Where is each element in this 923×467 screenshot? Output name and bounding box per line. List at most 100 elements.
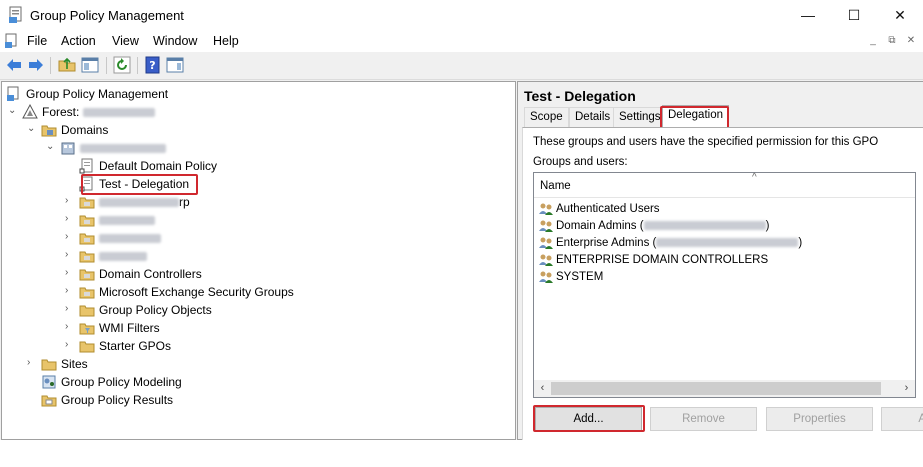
console-tree[interactable]: Group Policy Management ⌄ Forest: ⌄ Doma…	[1, 81, 516, 440]
list-item-suffix: )	[765, 220, 770, 232]
window-title: Group Policy Management	[30, 8, 184, 23]
list-item-label: Enterprise Admins (	[556, 237, 657, 249]
gpm-menu-icon[interactable]	[5, 33, 19, 49]
tree-label: Microsoft Exchange Security Groups	[99, 285, 294, 299]
sites-folder-icon	[41, 359, 57, 371]
group-icon	[539, 254, 553, 266]
column-name[interactable]: Name	[540, 180, 571, 192]
groups-users-list[interactable]: ^ Name Authenticated Users Domain Admins…	[533, 172, 916, 398]
domain-icon	[61, 142, 75, 155]
scrollbar-thumb[interactable]	[551, 382, 881, 395]
minimize-button[interactable]: —	[785, 0, 831, 30]
menu-view[interactable]: View	[112, 34, 139, 48]
list-item-label: SYSTEM	[556, 271, 604, 283]
list-header[interactable]: ^ Name	[534, 172, 915, 198]
expand-chevron-icon[interactable]: ›	[65, 232, 75, 242]
expand-chevron-icon[interactable]: ›	[65, 268, 75, 278]
ou-folder-icon	[79, 251, 95, 263]
scroll-right-icon[interactable]: ›	[899, 381, 914, 396]
advanced-button[interactable]: A	[881, 407, 923, 431]
group-icon	[539, 220, 553, 232]
redacted-text	[99, 198, 179, 208]
tab-details[interactable]: Details	[569, 107, 617, 128]
tree-label: Group Policy Objects	[99, 303, 212, 317]
group-icon	[539, 203, 553, 215]
collapse-chevron-icon[interactable]: ⌄	[8, 106, 18, 116]
menu-help[interactable]: Help	[213, 34, 239, 48]
refresh-icon[interactable]	[113, 56, 131, 74]
back-arrow-icon[interactable]	[5, 56, 23, 74]
forward-arrow-icon[interactable]	[27, 56, 45, 74]
redacted-text	[80, 144, 166, 154]
delegation-tab-body: These groups and users have the specifie…	[522, 127, 923, 440]
svg-text:?: ?	[149, 59, 155, 72]
remove-button[interactable]: Remove	[650, 407, 757, 431]
toolbar-separator	[50, 57, 51, 74]
tree-label: Sites	[61, 357, 88, 371]
highlight-add-button	[533, 405, 645, 432]
ou-folder-icon	[79, 197, 95, 209]
ou-folder-icon	[79, 269, 95, 281]
toolbar-separator	[137, 57, 138, 74]
gpo-folder-icon	[79, 305, 95, 317]
show-hide-tree-icon[interactable]	[81, 56, 99, 74]
action-pane-icon[interactable]	[166, 56, 184, 74]
toolbar-separator	[106, 57, 107, 74]
list-item-label: ENTERPRISE DOMAIN CONTROLLERS	[556, 254, 769, 266]
mdi-minimize-button[interactable]: _	[866, 34, 880, 48]
help-icon[interactable]: ?	[144, 56, 162, 74]
results-icon	[41, 395, 57, 407]
expand-chevron-icon[interactable]: ›	[65, 214, 75, 224]
tree-label: Group Policy Management	[26, 87, 169, 101]
tab-settings[interactable]: Settings	[613, 107, 667, 128]
details-pane: Test - Delegation Scope Details Settings…	[517, 81, 923, 440]
expand-chevron-icon[interactable]: ›	[65, 196, 75, 206]
expand-chevron-icon[interactable]: ›	[65, 286, 75, 296]
forest-label: Forest:	[42, 105, 80, 119]
domains-folder-icon	[41, 125, 57, 137]
menu-window[interactable]: Window	[153, 34, 197, 48]
modeling-icon	[42, 375, 56, 389]
tree-label: WMI Filters	[99, 321, 160, 335]
list-item-label: Authenticated Users	[556, 203, 660, 215]
list-item-suffix: )	[798, 237, 803, 249]
page-title: Test - Delegation	[524, 88, 636, 104]
mdi-restore-button[interactable]: ⧉	[885, 34, 899, 48]
redacted-text	[82, 108, 155, 118]
collapse-chevron-icon[interactable]: ⌄	[27, 124, 37, 134]
expand-chevron-icon[interactable]: ›	[65, 340, 75, 350]
horizontal-scrollbar[interactable]: ‹ ›	[534, 380, 915, 397]
mdi-close-button[interactable]: ✕	[904, 34, 918, 48]
status-strip	[0, 440, 923, 467]
ou-folder-icon	[79, 233, 95, 245]
tree-label: Group Policy Results	[61, 393, 174, 407]
expand-chevron-icon[interactable]: ›	[27, 358, 37, 368]
toolbar: ?	[0, 52, 923, 80]
tree-label: Starter GPOs	[99, 339, 172, 353]
highlight-test-delegation	[81, 174, 198, 195]
tree-label: Default Domain Policy	[99, 159, 218, 173]
scroll-left-icon[interactable]: ‹	[535, 381, 550, 396]
group-icon	[539, 271, 553, 283]
expand-chevron-icon[interactable]: ›	[65, 250, 75, 260]
collapse-chevron-icon[interactable]: ⌄	[46, 142, 56, 152]
expand-chevron-icon[interactable]: ›	[65, 322, 75, 332]
tab-scope[interactable]: Scope	[524, 107, 569, 128]
ou-folder-icon	[79, 287, 95, 299]
redacted-text	[99, 252, 147, 262]
expand-chevron-icon[interactable]: ›	[65, 304, 75, 314]
gpm-app-icon	[9, 6, 22, 23]
wmi-folder-icon	[79, 323, 95, 335]
tree-label: Domain Controllers	[99, 267, 202, 281]
maximize-button[interactable]: ☐	[831, 0, 877, 30]
close-button[interactable]: ✕	[877, 0, 923, 30]
tree-label: Domains	[61, 123, 109, 137]
gpm-icon	[7, 86, 19, 101]
properties-button[interactable]: Properties	[766, 407, 873, 431]
list-item-label: Domain Admins (	[556, 220, 644, 232]
menu-action[interactable]: Action	[61, 34, 96, 48]
up-folder-icon[interactable]	[58, 56, 76, 74]
groups-users-label: Groups and users:	[533, 156, 628, 168]
redacted-text	[643, 221, 766, 231]
menu-file[interactable]: File	[27, 34, 47, 48]
